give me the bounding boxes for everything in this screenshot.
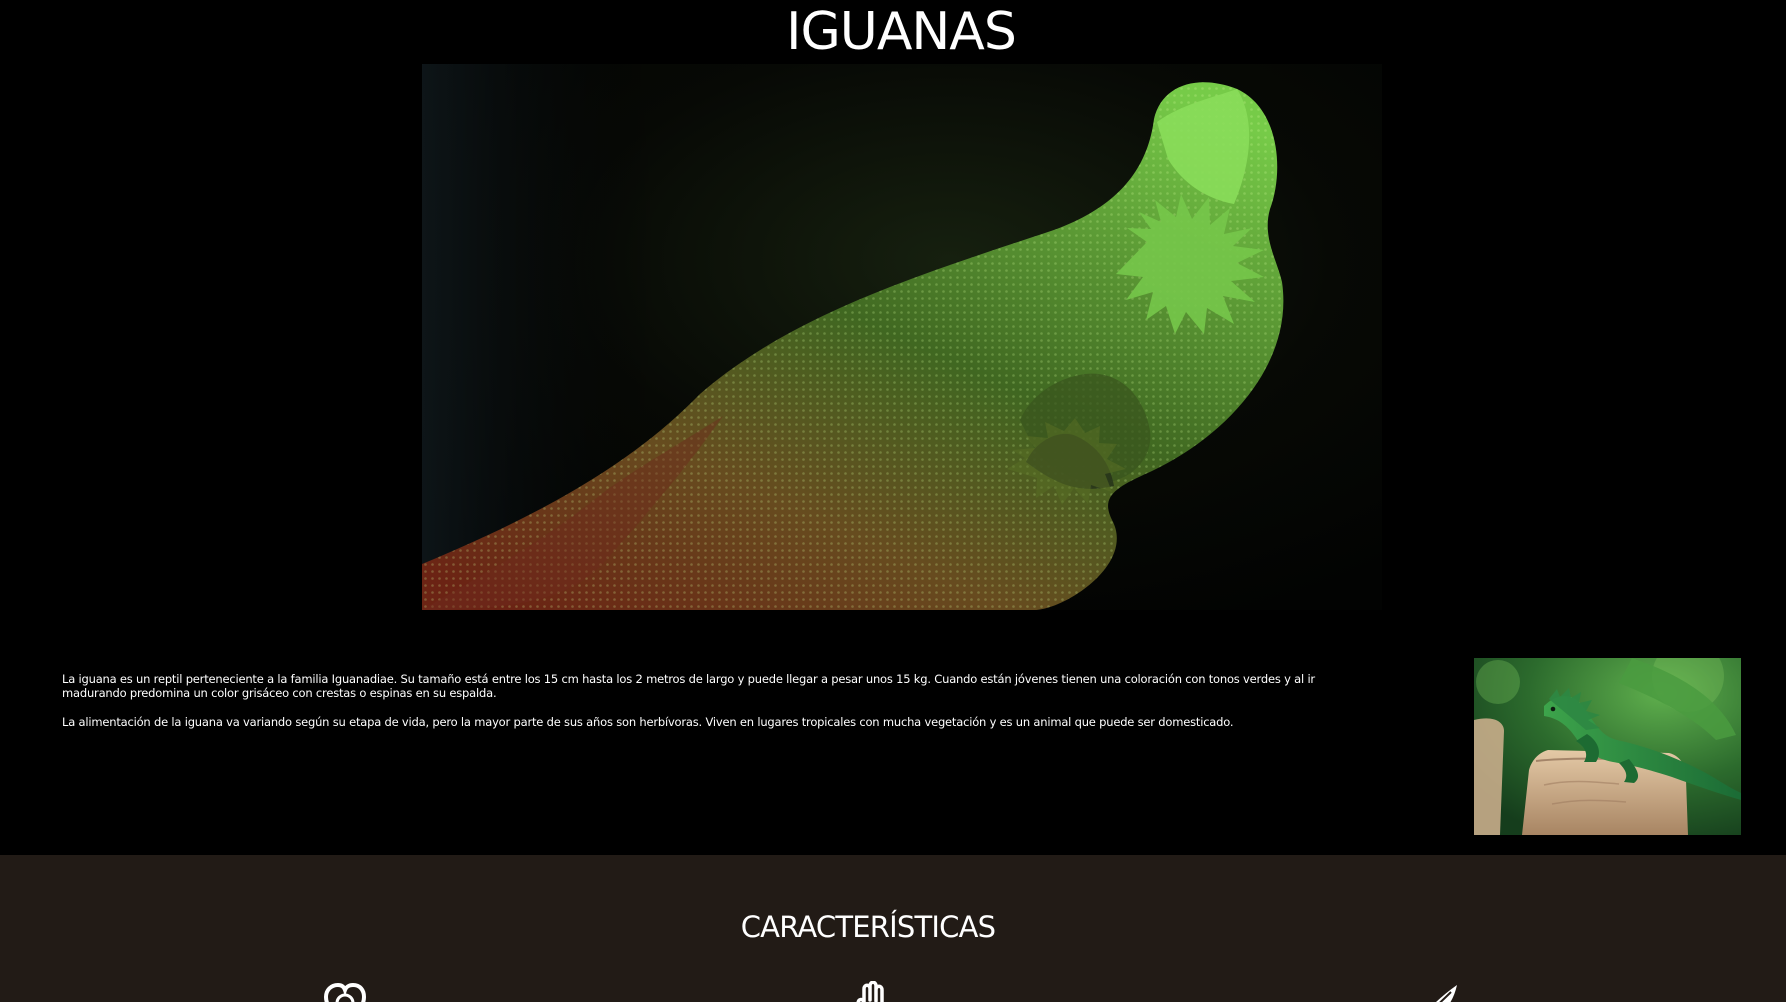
intro-text-block: La iguana es un reptil perteneciente a l… — [62, 672, 1362, 744]
hero-section: IGUANAS La iguana es un reptil perteneci… — [0, 0, 1786, 855]
iguana-thumbnail-image — [1474, 658, 1741, 835]
feather-icon — [1413, 981, 1461, 1002]
intro-paragraph-1: La iguana es un reptil perteneciente a l… — [62, 672, 1315, 700]
features-title: CARACTERÍSTICAS — [740, 910, 996, 944]
page-title: IGUANAS — [786, 2, 1017, 62]
features-section: CARACTERÍSTICAS — [0, 855, 1786, 1002]
page: IGUANAS La iguana es un reptil perteneci… — [0, 0, 1786, 1002]
heart-icon — [321, 981, 369, 1002]
hand-icon — [846, 981, 894, 1002]
hero-iguana-image — [422, 64, 1382, 610]
intro-paragraph-2: La alimentación de la iguana va variando… — [62, 715, 1234, 729]
